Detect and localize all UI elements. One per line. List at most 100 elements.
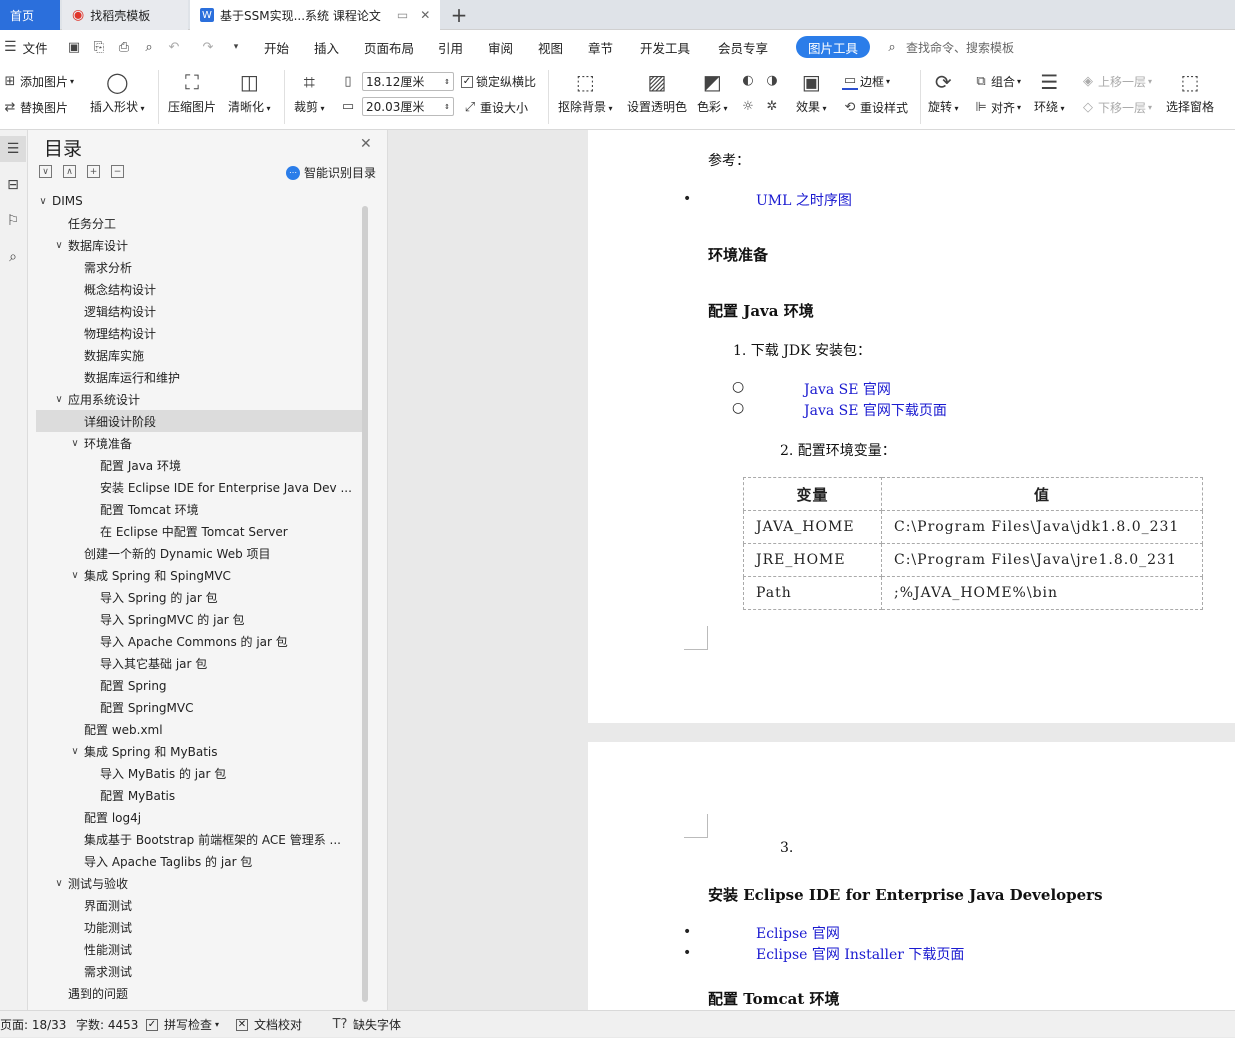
crop-button[interactable]: ⌗ 裁剪 ▾	[294, 70, 325, 115]
toc-item[interactable]: ∨ 数据库设计	[36, 234, 362, 256]
brightness-up-icon[interactable]: ☼	[740, 98, 756, 114]
doc-proof-button[interactable]: ✕ 文档校对	[236, 1011, 302, 1038]
width-spinner[interactable]: ⇕	[444, 78, 450, 86]
menu-picture-tools[interactable]: 图片工具	[796, 36, 871, 58]
toc-item[interactable]: 配置 Java 环境	[36, 454, 362, 476]
toc-item[interactable]: 导入 Spring 的 jar 包	[36, 586, 362, 608]
undo-icon[interactable]: ↶	[166, 30, 184, 64]
replace-image-button[interactable]: ⇄ 替换图片	[2, 99, 68, 116]
bring-forward-button[interactable]: ◈ 上移一层 ▾	[1080, 73, 1152, 90]
file-menu[interactable]: ☰ 文件	[4, 30, 48, 64]
toc-item[interactable]: 功能测试	[36, 916, 362, 938]
toc-pane-icon[interactable]: ☰	[0, 136, 26, 162]
tab-document[interactable]: W 基于SSM实现...系统 课程论文 ▭ ✕	[190, 0, 440, 30]
navigation-pane-icon[interactable]: ⊟	[0, 172, 26, 198]
color-button[interactable]: ◩ 色彩 ▾	[697, 70, 728, 115]
toc-item[interactable]: 任务分工	[36, 212, 362, 234]
save-icon[interactable]: ▣	[66, 30, 84, 64]
word-count[interactable]: 字数: 4453	[76, 1011, 138, 1038]
java-se-link[interactable]: Java SE 官网	[804, 379, 891, 399]
window-icon[interactable]: ▭	[397, 8, 408, 22]
close-icon[interactable]: ✕	[420, 8, 430, 22]
export-pdf-icon[interactable]: ⎘	[91, 30, 109, 64]
remove-heading-icon[interactable]: −	[111, 165, 124, 178]
toc-item[interactable]: ∨ 测试与验收	[36, 872, 362, 894]
add-image-button[interactable]: ⊞ 添加图片 ▾	[2, 73, 74, 90]
toc-item[interactable]: 安装 Eclipse IDE for Enterprise Java Dev .…	[36, 476, 362, 498]
eclipse-installer-link[interactable]: Eclipse 官网 Installer 下载页面	[756, 944, 964, 964]
menu-page-layout[interactable]: 页面布局	[364, 30, 414, 64]
toc-item[interactable]: 需求分析	[36, 256, 362, 278]
menu-start[interactable]: 开始	[264, 30, 289, 64]
toc-item[interactable]: ∨ DIMS	[36, 190, 362, 212]
lock-ratio-checkbox[interactable]: ✓ 锁定纵横比	[461, 73, 536, 90]
toc-item[interactable]: 数据库运行和维护	[36, 366, 362, 388]
align-button[interactable]: ⊫ 对齐 ▾	[973, 99, 1021, 116]
smart-toc-button[interactable]: ⋯ 智能识别目录	[286, 164, 376, 181]
print-preview-icon[interactable]: ⌕	[141, 30, 159, 64]
missing-font-button[interactable]: T? 缺失字体	[332, 1011, 401, 1038]
quick-access-more-icon[interactable]: ▾	[228, 30, 246, 64]
redo-icon[interactable]: ↷	[200, 30, 218, 64]
chevron-down-icon[interactable]: ∨	[68, 438, 82, 449]
toc-item[interactable]: 数据库实施	[36, 344, 362, 366]
tab-template[interactable]: ◉ 找稻壳模板	[62, 0, 188, 30]
expand-up-icon[interactable]: ∧	[63, 165, 76, 178]
menu-developer[interactable]: 开发工具	[640, 30, 690, 64]
menu-view[interactable]: 视图	[538, 30, 563, 64]
toc-item[interactable]: 逻辑结构设计	[36, 300, 362, 322]
toc-item[interactable]: 在 Eclipse 中配置 Tomcat Server	[36, 520, 362, 542]
toc-item[interactable]: 遇到的问题	[36, 982, 362, 1004]
add-heading-icon[interactable]: +	[87, 165, 100, 178]
uml-link[interactable]: UML 之时序图	[756, 190, 852, 210]
chevron-down-icon[interactable]: ∨	[52, 394, 66, 405]
chevron-down-icon[interactable]: ∨	[36, 196, 50, 207]
compress-image-button[interactable]: ⛶ 压缩图片	[168, 70, 216, 115]
width-input[interactable]: 18.12厘米 ⇕	[362, 72, 454, 91]
toc-item[interactable]: 集成基于 Bootstrap 前端框架的 ACE 管理系 ...	[36, 828, 362, 850]
menu-section[interactable]: 章节	[588, 30, 613, 64]
contrast-up-icon[interactable]: ◐	[740, 72, 756, 88]
toc-item[interactable]: 配置 Spring	[36, 674, 362, 696]
toc-item[interactable]: 导入 Apache Commons 的 jar 包	[36, 630, 362, 652]
collapse-all-icon[interactable]: ∨	[39, 165, 52, 178]
toc-item[interactable]: 界面测试	[36, 894, 362, 916]
toc-item[interactable]: 导入其它基础 jar 包	[36, 652, 362, 674]
menu-reference[interactable]: 引用	[438, 30, 463, 64]
toc-item[interactable]: 概念结构设计	[36, 278, 362, 300]
java-se-download-link[interactable]: Java SE 官网下载页面	[804, 400, 947, 420]
toc-item[interactable]: 配置 log4j	[36, 806, 362, 828]
search-pane-icon[interactable]: ⌕	[0, 244, 26, 270]
wrap-button[interactable]: ☰ 环绕 ▾	[1034, 70, 1065, 115]
brightness-down-icon[interactable]: ✲	[764, 98, 780, 114]
toc-item[interactable]: 物理结构设计	[36, 322, 362, 344]
group-button[interactable]: ⧉ 组合 ▾	[973, 73, 1021, 90]
chevron-down-icon[interactable]: ∨	[52, 878, 66, 889]
chevron-down-icon[interactable]: ∨	[68, 746, 82, 757]
toc-item[interactable]: 配置 Tomcat 环境	[36, 498, 362, 520]
height-spinner[interactable]: ⇕	[444, 103, 450, 111]
new-tab-button[interactable]: +	[448, 0, 470, 30]
toc-item[interactable]: 创建一个新的 Dynamic Web 项目	[36, 542, 362, 564]
insert-shape-button[interactable]: ◯ 插入形状 ▾	[90, 70, 145, 115]
remove-background-button[interactable]: ⬚ 抠除背景 ▾	[558, 70, 613, 115]
toc-item[interactable]: 配置 web.xml	[36, 718, 362, 740]
toc-item[interactable]: 需求测试	[36, 960, 362, 982]
toc-item[interactable]: 配置 MyBatis	[36, 784, 362, 806]
toc-scrollbar-thumb[interactable]	[362, 206, 368, 1002]
contrast-down-icon[interactable]: ◑	[764, 72, 780, 88]
page-count[interactable]: 页面: 18/33	[0, 1011, 66, 1038]
chevron-down-icon[interactable]: ∨	[52, 240, 66, 251]
selection-pane-button[interactable]: ⬚ 选择窗格	[1166, 70, 1214, 115]
chevron-down-icon[interactable]: ∨	[68, 570, 82, 581]
toc-item[interactable]: ∨ 集成 Spring 和 SpingMVC	[36, 564, 362, 586]
toc-close-icon[interactable]: ✕	[360, 136, 372, 152]
sharpen-button[interactable]: ◫ 清晰化 ▾	[228, 70, 271, 115]
print-icon[interactable]: ⎙	[116, 30, 134, 64]
eclipse-link[interactable]: Eclipse 官网	[756, 923, 840, 943]
menu-insert[interactable]: 插入	[314, 30, 339, 64]
spell-check-button[interactable]: ✓ 拼写检查 ▾	[146, 1011, 219, 1038]
toc-item[interactable]: 导入 Apache Taglibs 的 jar 包	[36, 850, 362, 872]
toc-item[interactable]: ∨ 集成 Spring 和 MyBatis	[36, 740, 362, 762]
menu-member[interactable]: 会员专享	[718, 30, 768, 64]
